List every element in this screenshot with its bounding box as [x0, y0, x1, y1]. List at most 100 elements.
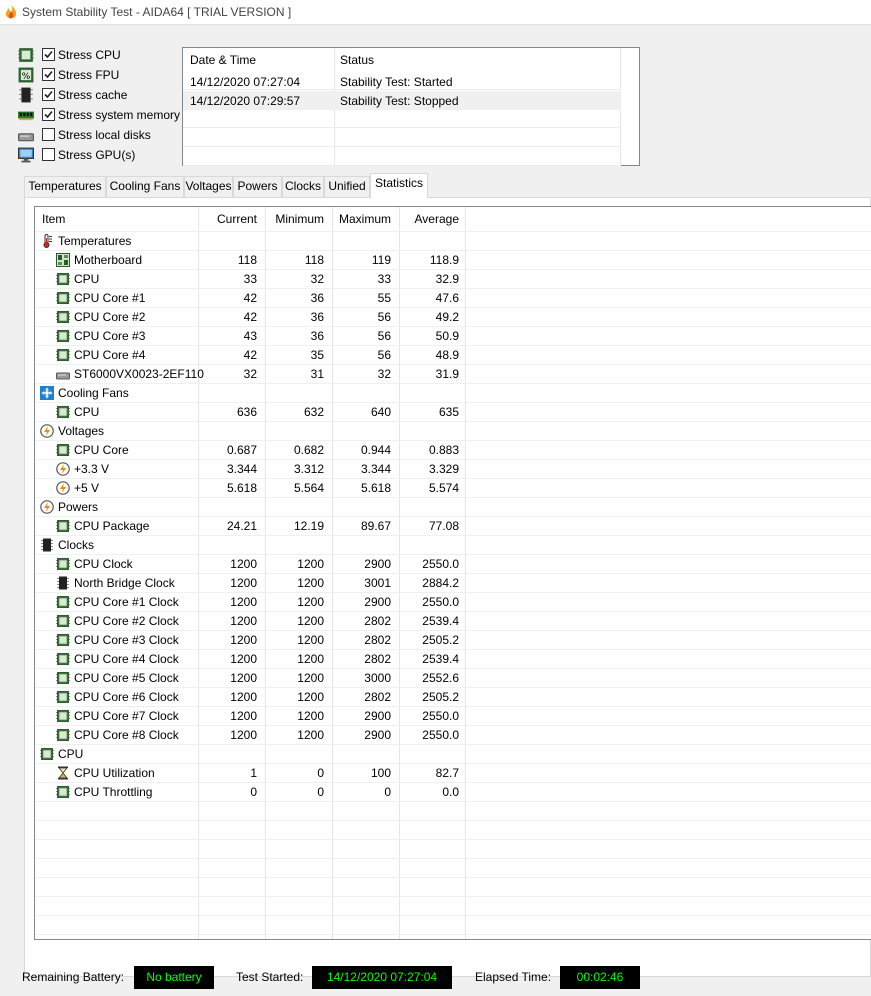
cpu-chip-icon	[56, 405, 70, 419]
cpu-chip-icon	[56, 614, 70, 628]
group-row[interactable]: CPU	[35, 745, 871, 764]
stress-checkbox[interactable]	[42, 88, 55, 101]
col-average[interactable]: Average	[399, 207, 459, 231]
cell-max: 2802	[364, 633, 391, 647]
tab-statistics[interactable]: Statistics	[370, 173, 428, 198]
cell-cur: 42	[243, 291, 257, 305]
table-row[interactable]: North Bridge Clock 1200 1200 3001 2884.2	[35, 574, 871, 593]
stress-checkbox[interactable]	[42, 148, 55, 161]
table-row[interactable]: +3.3 V 3.344 3.312 3.344 3.329	[35, 460, 871, 479]
stress-option-stress-fpu[interactable]: % Stress FPU	[18, 66, 188, 84]
tab-cooling-fans[interactable]: Cooling Fans	[106, 176, 184, 197]
row-name: CPU Clock	[74, 557, 133, 571]
col-maximum[interactable]: Maximum	[332, 207, 391, 231]
tab-unified[interactable]: Unified	[324, 176, 370, 197]
table-row[interactable]: CPU Core #8 Clock 1200 1200 2900 2550.0	[35, 726, 871, 745]
group-row[interactable]: Clocks	[35, 536, 871, 555]
cpu-chip-icon	[56, 690, 70, 704]
stress-option-stress-gpu-s[interactable]: Stress GPU(s)	[18, 146, 188, 164]
log-header-datetime[interactable]: Date & Time	[190, 53, 256, 67]
table-row[interactable]: CPU Throttling 0 0 0 0.0	[35, 783, 871, 802]
stress-checkbox[interactable]	[42, 68, 55, 81]
table-row[interactable]: CPU Core 0.687 0.682 0.944 0.883	[35, 441, 871, 460]
stress-checkbox[interactable]	[42, 128, 55, 141]
cell-min: 1200	[297, 576, 324, 590]
row-name: Powers	[58, 500, 99, 514]
cell-min: 35	[310, 348, 324, 362]
cell-cur: 1200	[230, 633, 257, 647]
cell-max: 3000	[364, 671, 391, 685]
cell-min: 1200	[297, 728, 324, 742]
table-row[interactable]: CPU Core #2 Clock 1200 1200 2802 2539.4	[35, 612, 871, 631]
cell-avg: 49.2	[435, 310, 459, 324]
table-row[interactable]: CPU 33 32 33 32.9	[35, 270, 871, 289]
row-name: CPU Utilization	[74, 766, 155, 780]
table-row[interactable]: CPU Core #6 Clock 1200 1200 2802 2505.2	[35, 688, 871, 707]
log-header-status[interactable]: Status	[340, 53, 374, 67]
table-row[interactable]: +5 V 5.618 5.564 5.618 5.574	[35, 479, 871, 498]
table-row[interactable]: CPU 636 632 640 635	[35, 403, 871, 422]
aida64-flame-icon	[5, 4, 17, 19]
tab-voltages[interactable]: Voltages	[184, 176, 233, 197]
status-log[interactable]: Date & Time Status 14/12/2020 07:27:04 St…	[182, 47, 640, 166]
cell-min: 0	[317, 785, 324, 799]
table-row[interactable]: CPU Core #4 42 35 56 48.9	[35, 346, 871, 365]
cell-min: 118	[304, 253, 324, 267]
table-row[interactable]: Motherboard 118 118 119 118.9	[35, 251, 871, 270]
log-row[interactable]: 14/12/2020 07:27:04 Stability Test: Start…	[183, 72, 621, 91]
col-current[interactable]: Current	[198, 207, 257, 231]
table-row[interactable]: CPU Core #1 42 36 55 47.6	[35, 289, 871, 308]
cell-avg: 50.9	[435, 329, 459, 343]
stress-option-stress-system-memory[interactable]: Stress system memory	[18, 106, 188, 124]
group-row[interactable]: Cooling Fans	[35, 384, 871, 403]
col-minimum[interactable]: Minimum	[265, 207, 324, 231]
stress-checkbox[interactable]	[42, 108, 55, 121]
cell-max: 2900	[364, 557, 391, 571]
row-name: CPU Core #1 Clock	[74, 595, 179, 609]
row-name: CPU Core #3 Clock	[74, 633, 179, 647]
table-row[interactable]: CPU Package 24.21 12.19 89.67 77.08	[35, 517, 871, 536]
cell-cur: 1200	[230, 595, 257, 609]
cell-min: 36	[310, 329, 324, 343]
row-name: CPU Core #5 Clock	[74, 671, 179, 685]
table-row[interactable]: CPU Utilization 1 0 100 82.7	[35, 764, 871, 783]
group-row[interactable]: Temperatures	[35, 232, 871, 251]
cell-max: 89.67	[360, 519, 391, 533]
stress-checkbox[interactable]	[42, 48, 55, 61]
table-row[interactable]: CPU Core #7 Clock 1200 1200 2900 2550.0	[35, 707, 871, 726]
cell-avg: 2550.0	[422, 709, 459, 723]
cell-max: 3001	[364, 576, 391, 590]
table-row[interactable]: CPU Clock 1200 1200 2900 2550.0	[35, 555, 871, 574]
stress-option-stress-cache[interactable]: Stress cache	[18, 86, 188, 104]
row-name: CPU Core #1	[74, 291, 146, 305]
log-status: Stability Test: Started	[340, 75, 453, 89]
log-status: Stability Test: Stopped	[340, 94, 459, 108]
voltage-icon	[56, 462, 70, 476]
stress-option-stress-local-disks[interactable]: Stress local disks	[18, 126, 188, 144]
statistics-grid[interactable]: Item Current Minimum Maximum Average Tem…	[34, 206, 871, 940]
table-row[interactable]: CPU Core #5 Clock 1200 1200 3000 2552.6	[35, 669, 871, 688]
table-row[interactable]: CPU Core #3 43 36 56 50.9	[35, 327, 871, 346]
group-row[interactable]: Powers	[35, 498, 871, 517]
table-row[interactable]: CPU Core #3 Clock 1200 1200 2802 2505.2	[35, 631, 871, 650]
table-row[interactable]: CPU Core #1 Clock 1200 1200 2900 2550.0	[35, 593, 871, 612]
row-name: CPU Core	[74, 443, 129, 457]
cell-avg: 3.329	[428, 462, 459, 476]
stress-option-stress-cpu[interactable]: Stress CPU	[18, 46, 188, 64]
cell-max: 2900	[364, 709, 391, 723]
cell-min: 1200	[297, 614, 324, 628]
group-row[interactable]: Voltages	[35, 422, 871, 441]
cell-cur: 3.344	[226, 462, 257, 476]
table-row[interactable]: ST6000VX0023-2EF110 32 31 32 31.9	[35, 365, 871, 384]
log-row[interactable]: 14/12/2020 07:29:57 Stability Test: Stopp…	[183, 91, 621, 110]
table-row[interactable]: CPU Core #4 Clock 1200 1200 2802 2539.4	[35, 650, 871, 669]
cell-min: 1200	[297, 690, 324, 704]
tab-temperatures[interactable]: Temperatures	[24, 176, 106, 197]
tab-powers[interactable]: Powers	[233, 176, 282, 197]
cell-max: 0.944	[360, 443, 391, 457]
cell-max: 55	[377, 291, 391, 305]
col-item[interactable]: Item	[42, 207, 65, 231]
title-bar[interactable]: System Stability Test - AIDA64 [ TRIAL V…	[0, 0, 871, 24]
table-row[interactable]: CPU Core #2 42 36 56 49.2	[35, 308, 871, 327]
tab-clocks[interactable]: Clocks	[282, 176, 324, 197]
